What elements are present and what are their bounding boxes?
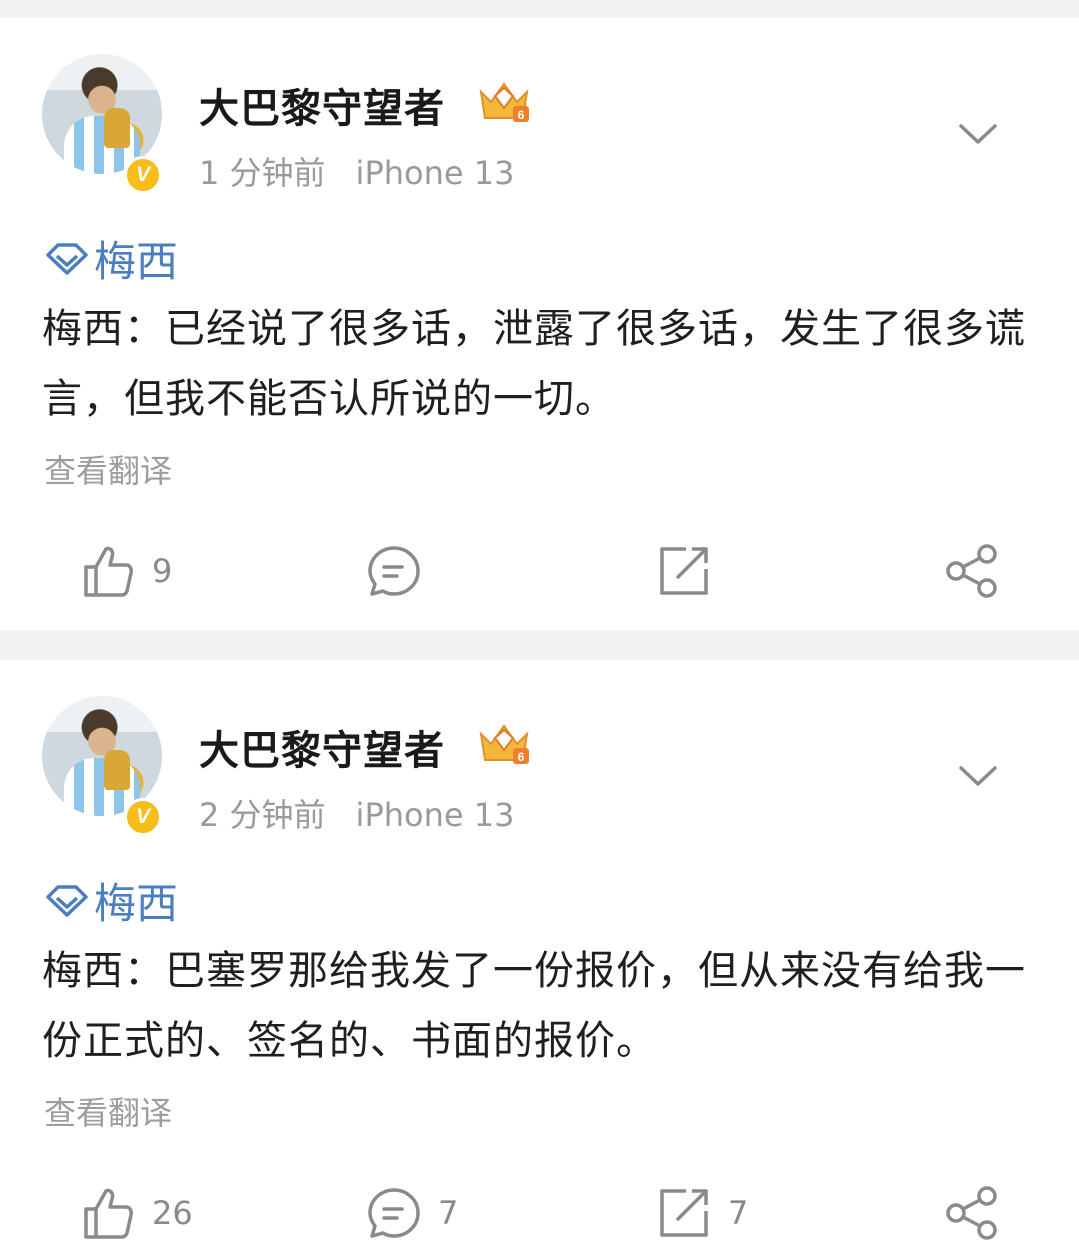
repost-icon	[660, 547, 708, 595]
share-icon	[946, 544, 997, 598]
like-button[interactable]: 9	[80, 536, 172, 606]
like-count: 9	[152, 552, 173, 590]
thumbs-up-icon	[84, 546, 133, 597]
comment-count: 7	[438, 1194, 459, 1232]
post-content: 梅西：巴塞罗那给我发了一份报价，但从来没有给我一份正式的、签名的、书面的报价。	[42, 948, 1026, 1064]
topic-label: 梅西	[94, 237, 179, 286]
feed-post[interactable]: V 大巴黎守望者 6 1 分钟前 iPhone 13 梅西 梅西：已经说了很多话，…	[0, 18, 1079, 630]
share-button[interactable]	[944, 1178, 1000, 1248]
repost-count: 7	[728, 1194, 749, 1232]
svg-text:6: 6	[518, 750, 525, 764]
post-meta: 2 分钟前 iPhone 13	[199, 790, 514, 836]
svg-text:6: 6	[518, 108, 525, 122]
chevron-down-icon[interactable]	[958, 760, 998, 790]
repost-button[interactable]	[656, 536, 728, 606]
share-button[interactable]	[944, 536, 1000, 606]
share-icon	[946, 1186, 997, 1240]
topic-label: 梅西	[94, 879, 179, 928]
post-device: iPhone 13	[355, 154, 515, 192]
diamond-topic-icon	[46, 884, 88, 917]
post-content: 梅西：已经说了很多话，泄露了很多话，发生了很多谎言，但我不能否认所说的一切。	[42, 306, 1026, 422]
like-count: 26	[152, 1194, 193, 1232]
topic-link[interactable]: 梅西	[44, 870, 178, 931]
like-button[interactable]: 26	[80, 1178, 193, 1248]
chevron-down-icon[interactable]	[958, 118, 998, 148]
post-time: 1 分钟前	[199, 154, 326, 192]
thumbs-up-icon	[84, 1188, 133, 1239]
post-device: iPhone 13	[355, 796, 515, 834]
translate-link[interactable]: 查看翻译	[44, 446, 172, 492]
diamond-topic-icon	[46, 242, 88, 275]
comment-icon	[368, 546, 420, 596]
post-separator	[0, 630, 1079, 660]
translate-link[interactable]: 查看翻译	[44, 1088, 172, 1134]
comment-button[interactable]	[366, 536, 438, 606]
repost-button[interactable]: 7	[656, 1178, 748, 1248]
comment-button[interactable]: 7	[366, 1178, 458, 1248]
crown-badge-icon: 6	[479, 724, 529, 764]
feed-post[interactable]: V 大巴黎守望者 6 2 分钟前 iPhone 13 梅西 梅西：巴塞罗那给我发了…	[0, 660, 1079, 1249]
verified-badge: V	[124, 798, 162, 836]
action-bar: 9	[0, 536, 1079, 606]
action-bar: 26 7 7	[0, 1178, 1079, 1248]
username[interactable]: 大巴黎守望者	[199, 718, 445, 776]
repost-icon	[660, 1189, 708, 1237]
verified-badge: V	[124, 156, 162, 194]
username[interactable]: 大巴黎守望者	[199, 76, 445, 134]
post-meta: 1 分钟前 iPhone 13	[199, 148, 514, 194]
topic-link[interactable]: 梅西	[44, 228, 178, 289]
comment-icon	[368, 1188, 420, 1238]
top-separator	[0, 0, 1079, 18]
crown-badge-icon: 6	[479, 82, 529, 122]
post-time: 2 分钟前	[199, 796, 326, 834]
